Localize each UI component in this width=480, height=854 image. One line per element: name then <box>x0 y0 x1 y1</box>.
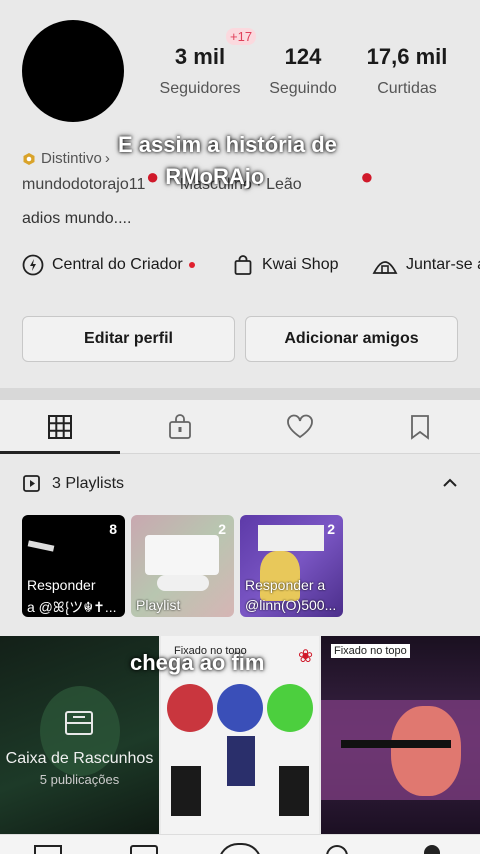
bookmark-icon <box>411 415 429 440</box>
edit-profile-button[interactable]: Editar perfil <box>22 316 235 362</box>
overlay-caption-name: ● RMoRAjo ● <box>146 164 374 190</box>
lock-icon <box>169 414 191 439</box>
stat-likes-value: 17,6 mil <box>366 44 448 69</box>
thumbnail-character-blue <box>217 684 263 732</box>
join-label: Juntar-se a <box>406 256 480 273</box>
stat-likes-label: Curtidas <box>377 80 437 97</box>
playlist-card-1[interactable]: 8 Responder a @ꕤ⁅ツ☬✝... <box>22 515 125 617</box>
playlist-title-line1: Responder a <box>245 577 326 593</box>
thumbnail-legs <box>279 766 309 816</box>
thumbnail-dress <box>227 736 255 786</box>
playlist-count: 8 <box>109 521 117 537</box>
overlay-caption-top: E assim a história de <box>118 132 337 157</box>
shopping-bag-icon <box>234 255 252 275</box>
playlist-title-line2: Playlist <box>136 597 181 613</box>
heart-icon <box>287 414 313 439</box>
drafts-title: Caixa de Rascunhos <box>5 750 154 767</box>
notification-dot <box>188 262 195 268</box>
messages-icon[interactable] <box>326 845 348 854</box>
section-divider <box>0 388 480 400</box>
thumbnail-caption-strip <box>341 740 451 748</box>
chevron-right-icon: › <box>104 150 110 167</box>
thumbnail-legs <box>171 766 201 816</box>
rose-icon: ❀ <box>298 646 314 666</box>
stat-following[interactable]: 124 Seguindo <box>253 44 353 98</box>
thumbnail-graphic <box>27 540 55 552</box>
pinned-tag: Fixado no topo <box>331 644 410 658</box>
tab-grid[interactable] <box>0 400 120 454</box>
stat-likes[interactable]: 17,6 mil Curtidas <box>352 44 462 98</box>
chevron-up-icon[interactable] <box>441 476 459 490</box>
apple-icon: ● <box>146 164 160 189</box>
username: mundodotorajo11 <box>22 176 146 193</box>
apple-icon: ● <box>360 164 374 189</box>
active-tab-indicator <box>0 451 120 454</box>
thumbnail-screenshot <box>145 535 219 575</box>
playlist-title-line2: @linn(O)500... <box>245 597 337 613</box>
thumbnail-character <box>391 706 461 796</box>
add-friends-button[interactable]: Adicionar amigos <box>245 316 458 362</box>
playlists-header[interactable]: 3 Playlists <box>22 474 124 494</box>
stat-following-label: Seguindo <box>269 80 337 97</box>
playlist-title-line2: a @ꕤ⁅ツ☬✝... <box>27 599 117 615</box>
new-followers-badge: +17 <box>226 28 257 45</box>
thumbnail-character-green <box>267 684 313 732</box>
tab-liked[interactable] <box>240 400 360 454</box>
stat-following-value: 124 <box>284 44 322 69</box>
playlist-card-3[interactable]: 2 Responder a @linn(O)500... <box>240 515 343 617</box>
playlists-count-label: 3 Playlists <box>52 475 125 492</box>
thumbnail-screenshot <box>258 525 324 551</box>
discover-icon[interactable] <box>130 845 158 854</box>
drafts-count: 5 publicações <box>39 772 120 787</box>
lightning-icon <box>22 254 44 276</box>
playlist-card-2[interactable]: 2 Playlist <box>131 515 234 617</box>
tab-saved[interactable] <box>360 400 480 454</box>
thumbnail-character <box>260 551 300 601</box>
tab-private[interactable] <box>120 400 240 454</box>
stat-followers-label: Seguidores <box>159 80 241 97</box>
hexagon-badge-icon <box>23 152 35 165</box>
grid-icon <box>48 415 72 439</box>
playlist-count: 2 <box>218 521 226 537</box>
playlist-title-line1: Responder <box>27 577 96 593</box>
creator-center-link[interactable]: Central do Criador <box>22 254 195 276</box>
home-icon[interactable] <box>34 845 62 854</box>
overlay-name: RMoRAjo <box>165 164 265 189</box>
profile-avatar[interactable] <box>22 20 124 122</box>
drafts-box-icon <box>65 711 93 735</box>
thumbnail-character-red <box>167 684 213 732</box>
kwai-shop-link[interactable]: Kwai Shop <box>232 254 339 276</box>
playlist-icon <box>23 475 40 492</box>
bio-text: adios mundo.... <box>22 210 132 227</box>
create-icon[interactable] <box>218 843 262 854</box>
distinction-label: Distintivo <box>41 150 102 167</box>
bottom-navigation <box>0 834 480 854</box>
stat-followers[interactable]: 3 mil Seguidores <box>150 44 250 98</box>
video-cell-pinned-2[interactable]: Fixado no topo <box>321 636 480 836</box>
tent-icon <box>372 261 398 274</box>
overlay-caption-bottom: chega ao fim <box>130 650 265 675</box>
distinction-link[interactable]: Distintivo › <box>22 150 110 167</box>
join-link[interactable]: Juntar-se a <box>372 254 480 276</box>
playlist-count: 2 <box>327 521 335 537</box>
stat-followers-value: 3 mil <box>174 44 226 69</box>
creator-center-label: Central do Criador <box>52 256 183 273</box>
kwai-shop-label: Kwai Shop <box>262 256 339 273</box>
profile-icon[interactable] <box>424 845 440 854</box>
thumbnail-bubble <box>157 575 209 591</box>
content-tabs <box>0 400 480 454</box>
